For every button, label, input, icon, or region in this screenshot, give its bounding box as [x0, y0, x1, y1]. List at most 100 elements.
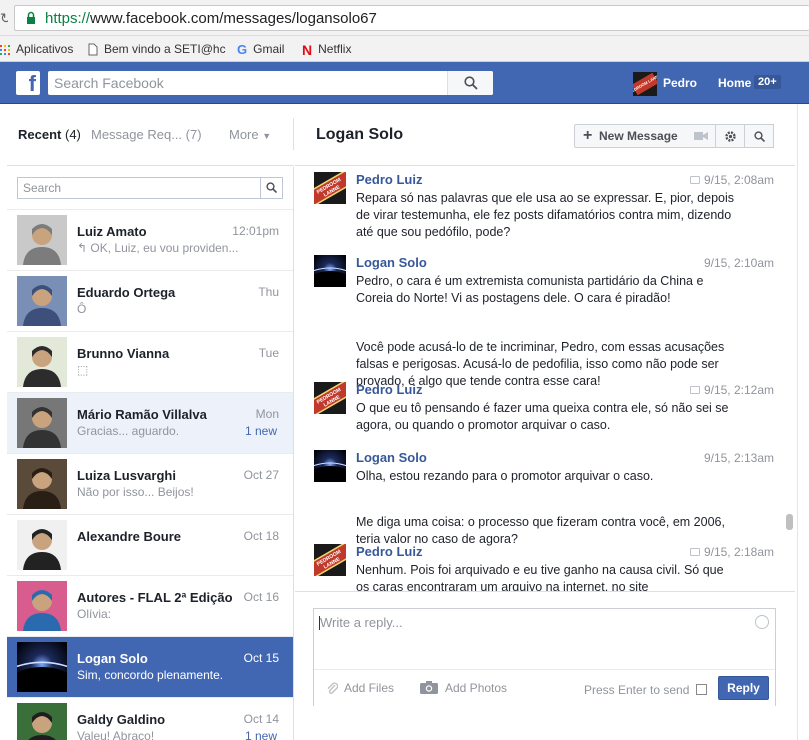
- facebook-search[interactable]: Search Facebook: [48, 71, 493, 95]
- conversation-time: Oct 15: [243, 651, 279, 665]
- divider: [293, 118, 294, 150]
- contact-avatar-image: [17, 520, 67, 570]
- settings-button[interactable]: [716, 124, 745, 148]
- add-files-button[interactable]: Add Files: [326, 681, 394, 695]
- emoji-icon[interactable]: [755, 615, 769, 629]
- conversation-snippet: Olívia:: [77, 607, 247, 621]
- message-text: Pedro, o cara é um extremista comunista …: [356, 274, 704, 305]
- new-count-badge: 1 new: [244, 424, 277, 438]
- video-camera-icon: [694, 132, 708, 140]
- tab-recent[interactable]: Recent (4): [18, 127, 81, 142]
- conversation-item[interactable]: Eduardo Ortega Ô Thu: [7, 270, 293, 331]
- message-sender[interactable]: Pedro Luiz: [356, 382, 422, 397]
- message-time-text: 9/15, 2:13am: [703, 451, 774, 465]
- page-scrollbar[interactable]: [797, 104, 809, 740]
- conversation-name: Galdy Galdino: [77, 712, 166, 727]
- message-sender[interactable]: Logan Solo: [356, 255, 427, 270]
- contact-avatar-image: [17, 276, 67, 326]
- new-message-button[interactable]: + New Message: [574, 124, 688, 148]
- avatar[interactable]: [314, 255, 346, 287]
- logan-avatar-image: [314, 255, 346, 287]
- reply-toolbar: Add Files Add Photos Press Enter to send…: [314, 669, 775, 706]
- search-icon: [266, 182, 277, 193]
- conversation-search-placeholder: Search: [23, 181, 62, 195]
- avatar: [17, 337, 67, 387]
- conversation-item[interactable]: Logan Solo Sim, concordo plenamente. Oct 1…: [7, 636, 293, 697]
- conversation-search-button[interactable]: [260, 178, 282, 198]
- home-badge: 20+: [754, 75, 781, 89]
- pedro-avatar-image: PEDROOMLANNE: [314, 172, 346, 204]
- conversation-name: Alexandre Boure: [77, 529, 182, 544]
- message-sender[interactable]: Pedro Luiz: [356, 172, 422, 187]
- pedro-avatar-image: PEDROOMLANNE: [314, 382, 346, 414]
- search-placeholder: Search Facebook: [54, 75, 164, 91]
- avatar[interactable]: [314, 450, 346, 482]
- conversation-item[interactable]: Galdy Galdino Valeu! Abraço! Oct 14 1 new: [7, 697, 293, 740]
- conversation-item[interactable]: Luiza Lusvarghi Não por isso... Beijos! Oc…: [7, 453, 293, 514]
- contact-avatar-image: [17, 703, 67, 740]
- contact-avatar-image: [17, 337, 67, 387]
- bookmark-apps[interactable]: Aplicativos: [0, 40, 73, 58]
- text-caret: [319, 616, 320, 630]
- avatar: [17, 215, 67, 265]
- thread-title: Logan Solo: [316, 126, 404, 143]
- conversation-search[interactable]: Search: [17, 177, 283, 199]
- message-time-text: 9/15, 2:18am: [703, 545, 774, 559]
- facebook-top-bar: f Search Facebook PEDROOM LANNE Pedro Ho…: [0, 62, 809, 104]
- conversation-name: Luiz Amato: [77, 224, 147, 239]
- url-field[interactable]: https://www.facebook.com/messages/logans…: [14, 5, 809, 31]
- conversation-time: Oct 16: [243, 590, 279, 604]
- search-icon: [464, 76, 478, 90]
- message-text: Me diga uma coisa: o processo que fizera…: [356, 515, 725, 546]
- conversation-item[interactable]: Brunno Vianna ⬚ Tue: [7, 331, 293, 392]
- message-time-text: 9/15, 2:12am: [703, 383, 774, 397]
- message-sender[interactable]: Logan Solo: [356, 450, 427, 465]
- message-time-text: 9/15, 2:08am: [703, 173, 774, 187]
- search-button[interactable]: [447, 71, 493, 95]
- avatar: [17, 581, 67, 631]
- avatar[interactable]: PEDROOM LANNE: [314, 544, 346, 576]
- message-sender[interactable]: Pedro Luiz: [356, 544, 422, 559]
- conversation-name: Luiza Lusvarghi: [77, 468, 176, 483]
- conversation-time: Mon: [255, 407, 279, 421]
- reload-icon[interactable]: ↻: [0, 10, 8, 26]
- browser-address-bar: ↻ https://www.facebook.com/messages/loga…: [0, 0, 809, 36]
- bookmark-gmail[interactable]: G Gmail: [237, 40, 284, 58]
- conversation-time: Oct 14: [243, 712, 279, 726]
- bookmark-netflix[interactable]: N Netflix: [302, 40, 351, 58]
- avatar: [17, 642, 67, 692]
- snippet-text: Valeu! Abraço!: [77, 729, 155, 740]
- chat-bubble-icon: [689, 386, 700, 394]
- snippet-text: ⬚: [77, 363, 89, 377]
- avatar[interactable]: PEDROOM LANNE: [314, 382, 346, 414]
- conversation-item[interactable]: Alexandre Boure Oct 18: [7, 514, 293, 575]
- avatar: PEDROOM LANNE: [633, 72, 657, 96]
- bookmark-seti[interactable]: Bem vindo a SETI@hc: [88, 40, 226, 58]
- add-photos-button[interactable]: Add Photos: [420, 681, 507, 695]
- press-enter-checkbox[interactable]: [696, 684, 707, 695]
- facebook-logo-icon[interactable]: f: [16, 71, 40, 95]
- video-call-button[interactable]: [687, 124, 716, 148]
- avatar: [17, 703, 67, 740]
- pedro-avatar-image: PEDROOMLANNE: [314, 544, 346, 576]
- reply-button[interactable]: Reply: [718, 676, 769, 700]
- conversation-item[interactable]: Autores - FLAL 2ª Edição Olívia: Oct 16: [7, 575, 293, 636]
- home-link[interactable]: Home: [718, 76, 751, 90]
- tab-message-requests[interactable]: Message Req... (7): [91, 127, 202, 142]
- search-thread-button[interactable]: [745, 124, 774, 148]
- snippet-text: Olívia:: [77, 607, 112, 621]
- more-dropdown[interactable]: More ▼: [229, 127, 271, 142]
- avatar: [17, 459, 67, 509]
- reply-arrow-icon: ↰: [77, 241, 91, 255]
- message-thread: PEDROOM LANNE Pedro Luiz 9/15, 2:08am Repara…: [295, 167, 795, 591]
- avatar[interactable]: PEDROOM LANNE: [314, 172, 346, 204]
- conversation-snippet: Sim, concordo plenamente.: [77, 668, 247, 682]
- snippet-text: Não por isso... Beijos!: [77, 485, 194, 499]
- conversation-time: 12:01pm: [232, 224, 279, 238]
- conversation-name: Eduardo Ortega: [77, 285, 176, 300]
- reply-input[interactable]: [314, 609, 775, 667]
- conversation-time: Tue: [258, 346, 279, 360]
- thread-scrollbar[interactable]: [786, 514, 793, 530]
- conversation-item[interactable]: Mário Ramão Villalva Gracias... aguardo. M…: [7, 392, 293, 453]
- conversation-item[interactable]: Luiz Amato ↰ OK, Luiz, eu vou providen...…: [7, 209, 293, 270]
